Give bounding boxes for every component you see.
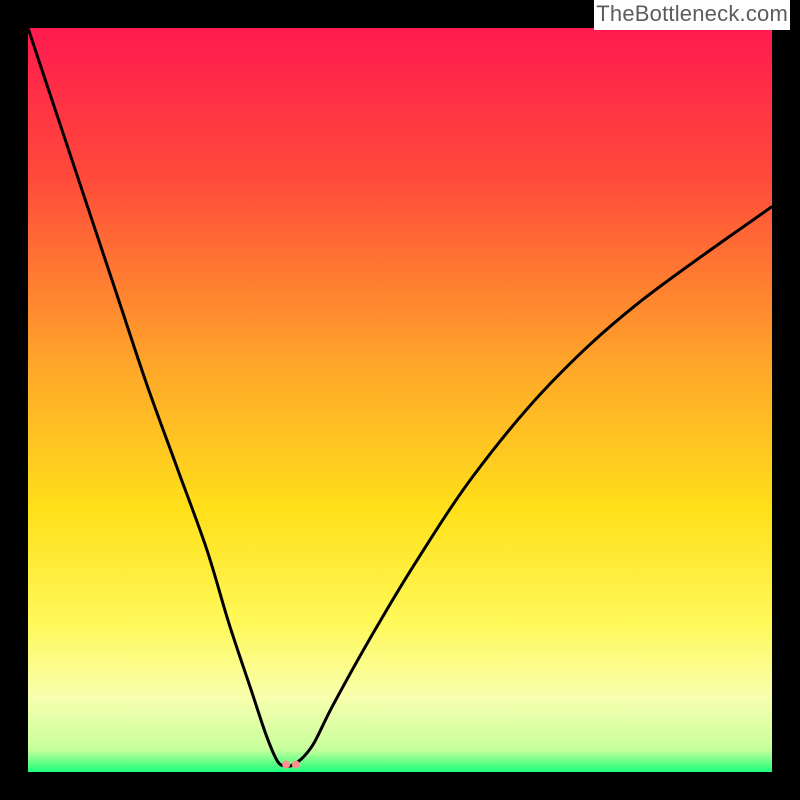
dot-right (292, 761, 300, 769)
chart-frame: TheBottleneck.com (0, 0, 800, 800)
plot-background (28, 28, 772, 772)
dot-left (282, 761, 290, 769)
plot-outer (28, 28, 772, 772)
bottleneck-plot (28, 28, 772, 772)
watermark-label: TheBottleneck.com (594, 0, 790, 30)
